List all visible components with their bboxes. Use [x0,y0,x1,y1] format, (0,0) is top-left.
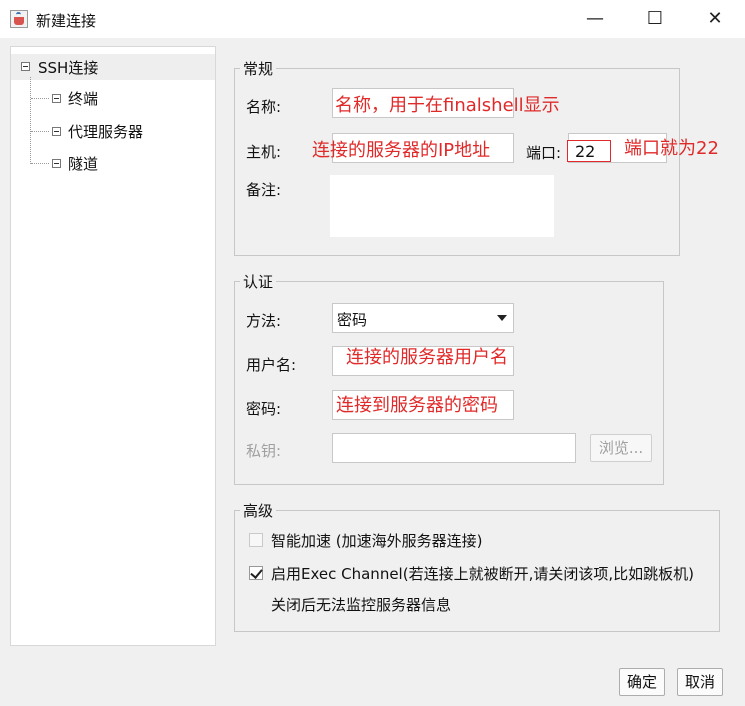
note-label: 备注: [246,181,282,199]
minus-box-icon [52,127,61,136]
close-button[interactable]: ✕ [692,6,738,32]
private-key-label: 私钥: [246,442,282,460]
dialog-body: SSH连接 终端 代理服务器 隧道 常规 名称: 名称，用于在finalshel… [0,38,745,706]
port-label: 端口: [526,144,562,162]
maximize-button[interactable]: ☐ [632,6,678,32]
exec-channel-checkbox[interactable] [249,566,263,580]
smart-accel-checkbox [249,533,263,547]
exec-channel-note: 关闭后无法监控服务器信息 [271,596,452,614]
tree-item-proxy[interactable]: 代理服务器 [68,121,143,142]
smart-accel-label: 智能加速 (加速海外服务器连接) [271,532,483,550]
host-annotation: 连接的服务器的IP地址 [312,140,491,161]
checkmark-icon [250,566,263,579]
java-cup-icon [10,10,28,28]
port-value: 22 [575,142,596,161]
tree-item-ssh[interactable]: SSH连接 [11,54,215,80]
method-select[interactable]: 密码 [332,303,514,333]
tree-item-tunnel[interactable]: 隧道 [68,153,98,174]
chevron-down-icon [497,315,507,321]
exec-channel-label: 启用Exec Channel(若连接上就被断开,请关闭该项,比如跳板机) [271,565,694,583]
title-bar: 新建连接 — ☐ ✕ [0,0,745,38]
port-annotation: 端口就为22 [624,138,719,159]
method-label: 方法: [246,312,282,330]
general-legend: 常规 [243,60,274,78]
tree-connector [30,77,31,164]
host-label: 主机: [246,143,282,161]
collapse-icon[interactable] [21,62,30,71]
minimize-button[interactable]: — [572,6,618,32]
tree-connector [31,131,49,132]
advanced-legend: 高级 [243,502,274,520]
settings-tree: SSH连接 终端 代理服务器 隧道 [10,46,216,646]
auth-legend: 认证 [243,273,274,291]
minus-box-icon [52,159,61,168]
tree-connector [31,163,49,164]
method-value: 密码 [337,311,368,329]
tree-item-label: SSH连接 [38,59,99,77]
name-annotation: 名称，用于在finalshell显示 [335,95,560,116]
cancel-button[interactable]: 取消 [677,668,723,696]
username-annotation: 连接的服务器用户名 [346,347,508,368]
browse-button: 浏览... [590,434,652,462]
port-highlight-box: 22 [567,140,611,162]
minus-box-icon [52,94,61,103]
tree-connector [31,98,49,99]
password-label: 密码: [246,400,282,418]
password-annotation: 连接到服务器的密码 [336,395,498,416]
private-key-input [332,433,576,463]
tree-item-terminal[interactable]: 终端 [68,88,98,109]
ok-button[interactable]: 确定 [619,668,665,696]
note-textarea[interactable] [330,175,554,237]
username-label: 用户名: [246,356,297,374]
window-title: 新建连接 [36,12,97,30]
name-label: 名称: [246,98,282,116]
